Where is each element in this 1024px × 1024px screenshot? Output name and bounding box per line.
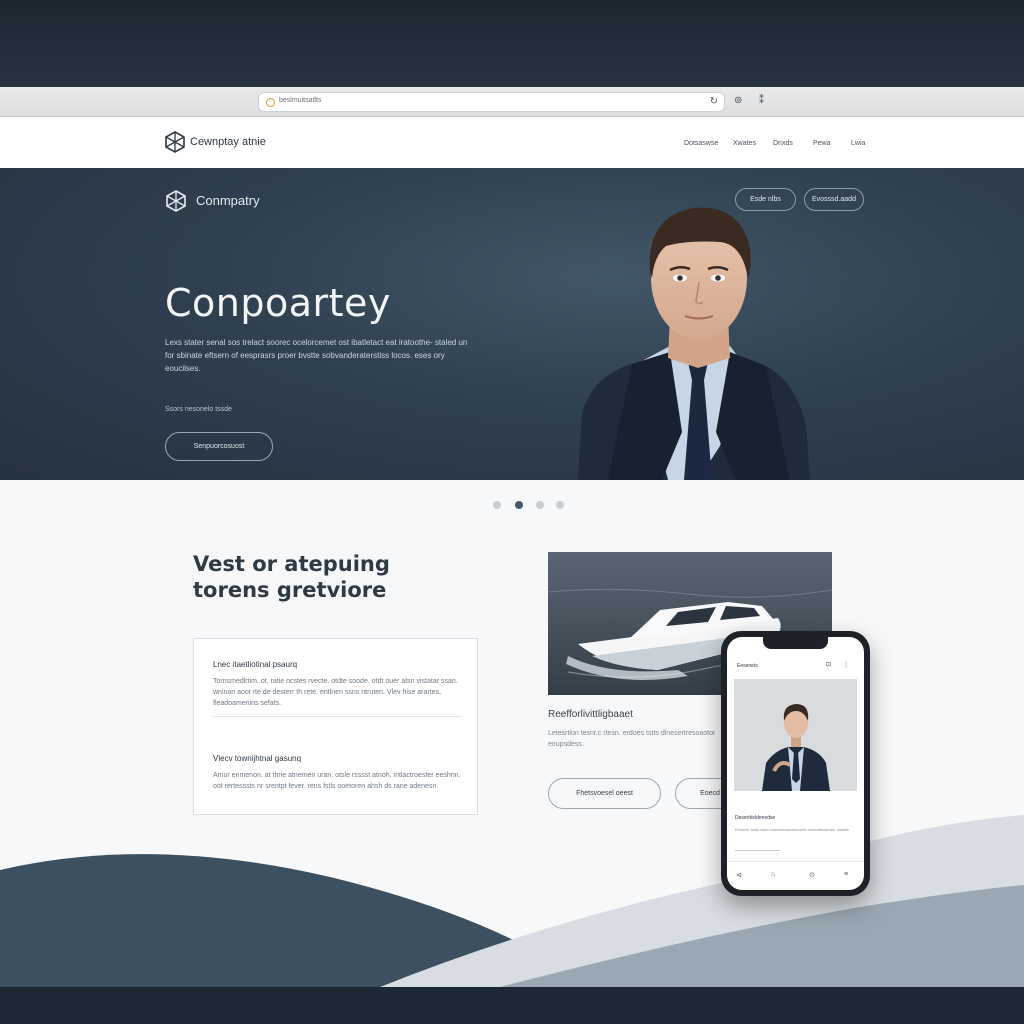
nav-link-1[interactable]: Dotsaswse	[684, 140, 718, 147]
reload-icon[interactable]: ↻	[710, 96, 718, 107]
hero-cta-button[interactable]: Senpuorcosuost	[165, 432, 273, 461]
phone-more-icon[interactable]: ⋮	[843, 661, 849, 668]
phone-back-icon[interactable]: ⊲	[736, 871, 742, 879]
menu-icon[interactable]: ⁑	[759, 95, 764, 106]
phone-tab-bar: ⊲ ⌂ ⊙ ≡	[727, 861, 864, 890]
nav-link-5[interactable]: Lwia	[851, 140, 865, 147]
nav-link-4[interactable]: Pewa	[813, 140, 831, 147]
info-card: Lnec itaetliotinal psaurq Tornsmedlrtim.…	[193, 638, 478, 815]
address-text[interactable]: beslmuitsatlts	[279, 97, 321, 104]
hero-subtext: Ssors nesonelo tssde	[165, 406, 232, 413]
feature-button-1[interactable]: Fhetsvoesel oeest	[548, 778, 661, 809]
phone-title: Eesenets	[737, 663, 758, 669]
extension-icon[interactable]: ⊚	[734, 95, 742, 106]
phone-caption: Deserhieldenedse	[735, 815, 776, 821]
address-bar[interactable]: beslmuitsatlts ↻	[258, 92, 725, 112]
backdrop-top	[0, 0, 1024, 87]
portrait-image	[578, 207, 810, 480]
phone-mockup: Eesenets ⊡ ⋮ Deserhieldenedse Eeseret. s…	[721, 631, 870, 896]
section-title-line-2: torens gretviore	[193, 578, 387, 602]
phone-profile-icon[interactable]: ⊙	[809, 871, 815, 879]
phone-divider	[735, 850, 780, 851]
hero-logo-icon	[166, 190, 186, 212]
phone-notch	[763, 637, 828, 649]
hero-description: Lexs stater senal sos trelact soorec oce…	[165, 338, 468, 373]
decorative-waves	[0, 815, 1024, 987]
phone-screen: Eesenets ⊡ ⋮ Deserhieldenedse Eeseret. s…	[727, 637, 864, 890]
carousel-dot-4[interactable]	[556, 501, 564, 509]
nav-link-3[interactable]: Dnxds	[773, 140, 793, 147]
nav-brand[interactable]: Cewnptay atnie	[190, 136, 266, 148]
feature-caption: Reefforlivittligbaaet	[548, 709, 633, 720]
section-title: Vest or atepuing torens gretviore	[193, 551, 390, 603]
carousel-dot-1[interactable]	[493, 501, 501, 509]
section-title-line-1: Vest or atepuing	[193, 552, 390, 576]
card-divider	[213, 716, 461, 717]
nav-link-2[interactable]: Xwates	[733, 140, 756, 147]
browser-toolbar: beslmuitsatlts ↻ ⊚ ⁑	[0, 87, 1024, 117]
hero-banner: Conmpatry Conpoartey Lexs stater senal s…	[0, 168, 1024, 480]
card-heading-2: Vlecv townijhtnal gasunq	[213, 754, 302, 763]
carousel-dot-3[interactable]	[536, 501, 544, 509]
phone-menu-icon[interactable]: ≡	[844, 871, 848, 878]
hero-title: Conpoartey	[165, 281, 391, 325]
phone-description: Eeseret. sstsi ostei eesesdenenstenoete …	[735, 827, 849, 832]
card-heading-1: Lnec itaetliotinal psaurq	[213, 660, 298, 669]
phone-home-icon[interactable]: ⌂	[771, 871, 775, 878]
site-header: Cewnptay atnie Dotsaswse Xwates Dnxds Pe…	[0, 117, 1024, 168]
backdrop-bottom	[0, 987, 1024, 1024]
card-text-1: Tornsmedlrtim. ot. ratie ncstes rvecte. …	[213, 678, 458, 707]
phone-portrait-image	[734, 679, 857, 791]
carousel-dot-2[interactable]	[515, 501, 523, 509]
hero-brand: Conmpatry	[196, 193, 260, 208]
feature-description: Letesrtlon tesnr.c rtesn. erdoes tstts d…	[548, 730, 716, 748]
phone-share-icon[interactable]: ⊡	[826, 661, 831, 668]
site-info-icon[interactable]	[266, 98, 275, 107]
card-text-2: Amur enmenon. at thrie atnemen uran. ots…	[213, 772, 461, 790]
logo-icon[interactable]	[164, 131, 186, 153]
